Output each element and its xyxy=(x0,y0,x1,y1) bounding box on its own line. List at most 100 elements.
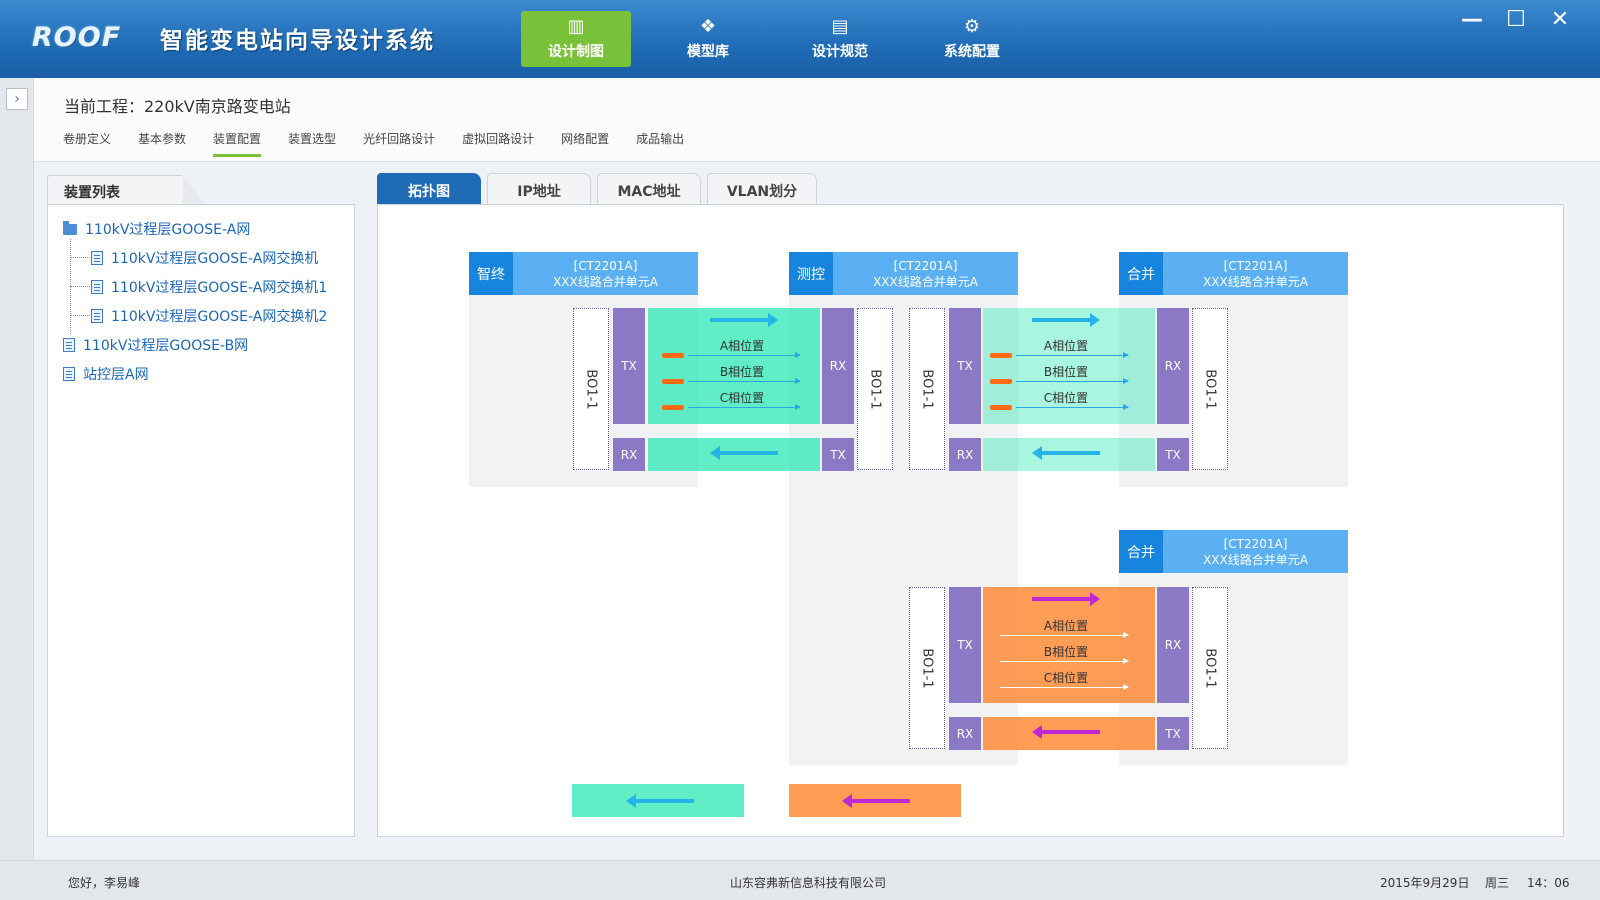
document-icon xyxy=(91,309,103,323)
board-label-text: BO1-1 xyxy=(1202,647,1218,689)
board-label[interactable]: BO1-1 xyxy=(909,587,945,749)
device-name: XXX线路合并单元A xyxy=(1203,275,1308,289)
document-icon xyxy=(91,251,103,265)
side-strip: › xyxy=(0,78,34,860)
signal-dash xyxy=(662,405,684,410)
signal-dash xyxy=(662,353,684,358)
phase-label: B相位置 xyxy=(1043,365,1089,379)
board-label[interactable]: BO1-1 xyxy=(573,308,609,470)
subtab-virtual-circuit[interactable]: 虚拟回路设计 xyxy=(462,130,534,157)
device-type-tag: 合并 xyxy=(1119,530,1163,573)
device-info: [CT2201A] XXX线路合并单元A xyxy=(1163,530,1348,573)
tab-ip-address[interactable]: IP地址 xyxy=(487,173,591,205)
phase-label: A相位置 xyxy=(1043,619,1089,633)
phase-label: A相位置 xyxy=(1043,339,1089,353)
subtab-fiber-circuit[interactable]: 光纤回路设计 xyxy=(363,130,435,157)
device-header[interactable]: 合并 [CT2201A] XXX线路合并单元A xyxy=(1119,252,1348,295)
device-code: [CT2201A] xyxy=(1223,259,1288,273)
rx-port[interactable]: RX xyxy=(1157,308,1189,424)
device-type-tag: 合并 xyxy=(1119,252,1163,295)
device-code: [CT2201A] xyxy=(893,259,958,273)
board-label[interactable]: BO1-1 xyxy=(909,308,945,470)
tree-guide xyxy=(70,257,90,258)
device-header[interactable]: 智终 [CT2201A] XXX线路合并单元A xyxy=(469,252,698,295)
arrow-left-icon xyxy=(710,446,778,460)
board-label[interactable]: BO1-1 xyxy=(1192,587,1228,749)
tab-vlan[interactable]: VLAN划分 xyxy=(707,173,817,205)
tx-port[interactable]: TX xyxy=(1157,717,1189,750)
tree-item[interactable]: 110kV过程层GOOSE-A网交换机1 xyxy=(91,277,327,297)
subtab-device-selection[interactable]: 装置选型 xyxy=(288,130,336,157)
rx-port[interactable]: RX xyxy=(949,717,981,750)
view-tabs: 拓扑图 IP地址 MAC地址 VLAN划分 xyxy=(377,173,823,205)
device-list-panel: 装置列表 110kV过程层GOOSE-A网 110kV过程层GOOSE-A网交换… xyxy=(47,175,355,837)
tab-mac-address[interactable]: MAC地址 xyxy=(597,173,701,205)
device-header[interactable]: 合并 [CT2201A] XXX线路合并单元A xyxy=(1119,530,1348,573)
signal-line xyxy=(688,352,801,358)
nav-design-spec[interactable]: ▤ 设计规范 xyxy=(785,11,895,67)
app-logo: ROOF xyxy=(32,22,122,53)
nav-label: 系统配置 xyxy=(944,44,1000,60)
app-title: 智能变电站向导设计系统 xyxy=(160,28,435,54)
arrow-right-icon xyxy=(710,313,778,327)
rx-port[interactable]: RX xyxy=(1157,587,1189,703)
project-header: 当前工程：220kV南京路变电站 卷册定义 基本参数 装置配置 装置选型 光纤回… xyxy=(34,78,1600,162)
tx-port[interactable]: TX xyxy=(949,587,981,703)
signal-line xyxy=(688,404,801,410)
rx-port[interactable]: RX xyxy=(949,438,981,471)
tree-item[interactable]: 站控层A网 xyxy=(63,364,149,384)
nav-system-config[interactable]: ⚙ 系统配置 xyxy=(917,11,1027,67)
nav-design-drawing[interactable]: ▥ 设计制图 xyxy=(521,11,631,67)
device-name: XXX线路合并单元A xyxy=(553,275,658,289)
rx-port[interactable]: RX xyxy=(822,308,854,424)
tx-port[interactable]: TX xyxy=(613,308,645,424)
close-button[interactable]: ✕ xyxy=(1538,6,1582,34)
subtab-output[interactable]: 成品输出 xyxy=(636,130,684,157)
maximize-button[interactable]: ☐ xyxy=(1494,6,1538,34)
board-label[interactable]: BO1-1 xyxy=(1192,308,1228,470)
tree-item[interactable]: 110kV过程层GOOSE-A网交换机 xyxy=(91,248,318,268)
system-config-icon: ⚙ xyxy=(963,16,981,37)
tab-topology[interactable]: 拓扑图 xyxy=(377,173,481,205)
subtab-network-config[interactable]: 网络配置 xyxy=(561,130,609,157)
signal-dash xyxy=(662,379,684,384)
tx-port[interactable]: TX xyxy=(949,308,981,424)
subtab-device-config[interactable]: 装置配置 xyxy=(213,130,262,157)
window-controls: — ☐ ✕ xyxy=(1450,6,1582,34)
device-type-tag: 测控 xyxy=(789,252,833,295)
nav-label: 设计规范 xyxy=(812,44,868,60)
main-nav: ▥ 设计制图 ❖ 模型库 ▤ 设计规范 ⚙ 系统配置 xyxy=(521,11,1049,67)
phase-label: C相位置 xyxy=(1043,671,1089,685)
status-time: 14：06 xyxy=(1527,876,1570,890)
tree-item[interactable]: 110kV过程层GOOSE-B网 xyxy=(63,335,248,355)
phase-label: C相位置 xyxy=(719,391,765,405)
tx-port[interactable]: TX xyxy=(1157,438,1189,471)
signal-dash xyxy=(990,353,1012,358)
nav-label: 设计制图 xyxy=(548,44,604,60)
subtab-basic-params[interactable]: 基本参数 xyxy=(138,130,186,157)
tx-port[interactable]: TX xyxy=(822,438,854,471)
arrow-right-icon xyxy=(1032,313,1100,327)
status-bar: 您好，李易峰 山东容弗新信息科技有限公司 2015年9月29日 周三 14：06 xyxy=(0,860,1600,900)
device-info: [CT2201A] XXX线路合并单元A xyxy=(833,252,1018,295)
device-name: XXX线路合并单元A xyxy=(1203,553,1308,567)
rx-port[interactable]: RX xyxy=(613,438,645,471)
status-weekday: 周三 xyxy=(1485,876,1510,890)
signal-line xyxy=(1016,404,1129,410)
minimize-button[interactable]: — xyxy=(1450,6,1494,34)
nav-model-library[interactable]: ❖ 模型库 xyxy=(653,11,763,67)
phase-label: C相位置 xyxy=(1043,391,1089,405)
expand-sidebar-button[interactable]: › xyxy=(6,88,28,110)
signal-line xyxy=(1016,352,1129,358)
tree-item[interactable]: 110kV过程层GOOSE-A网 xyxy=(63,219,250,239)
project-title: 当前工程：220kV南京路变电站 xyxy=(64,97,291,116)
device-list-title: 装置列表 xyxy=(47,175,205,206)
tree-item[interactable]: 110kV过程层GOOSE-A网交换机2 xyxy=(91,306,327,326)
board-label[interactable]: BO1-1 xyxy=(857,308,893,470)
folder-icon xyxy=(63,220,77,235)
subtab-volume-def[interactable]: 卷册定义 xyxy=(63,130,111,157)
tree-item-label: 站控层A网 xyxy=(83,367,149,383)
document-icon xyxy=(63,367,75,381)
arrow-left-icon xyxy=(1032,725,1100,739)
device-header[interactable]: 测控 [CT2201A] XXX线路合并单元A xyxy=(789,252,1018,295)
